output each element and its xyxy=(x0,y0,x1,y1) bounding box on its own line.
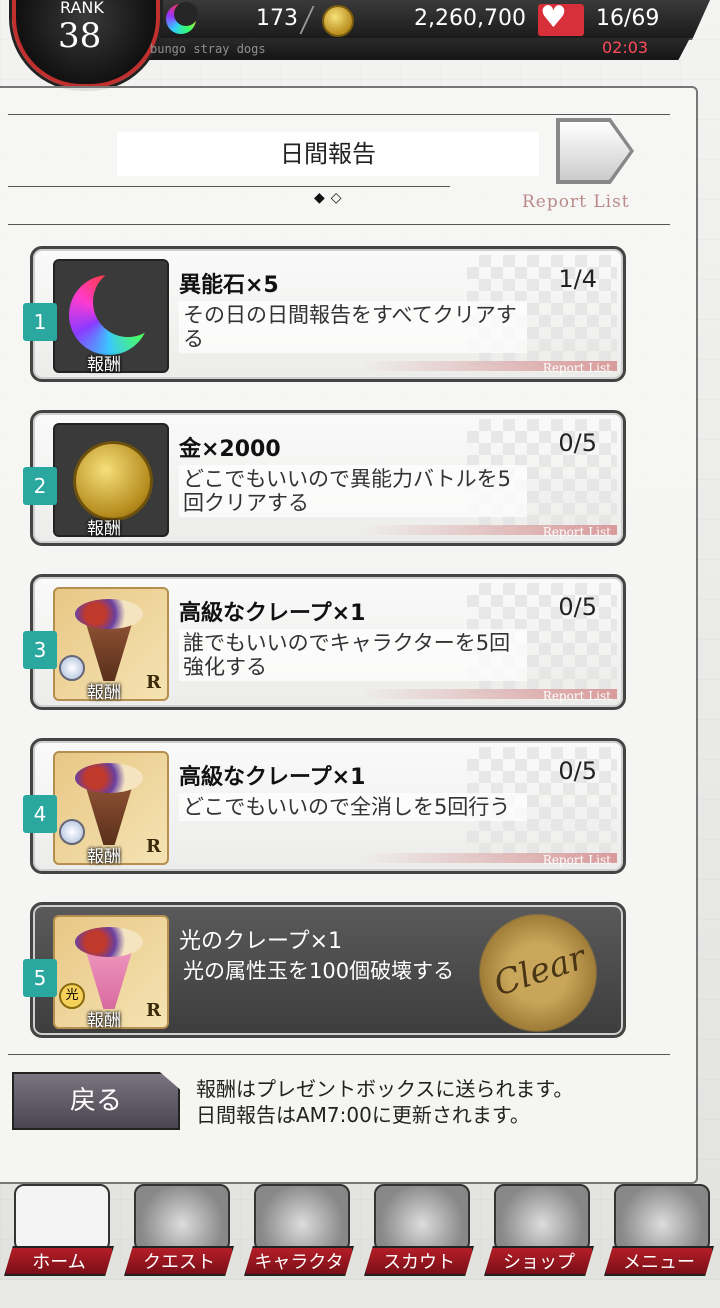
clear-stamp-text: Clear xyxy=(489,937,591,1005)
divider xyxy=(8,114,670,115)
rainbow-moon-gem-icon xyxy=(69,267,163,355)
quest-description: どこでもいいので全消しを5回行う xyxy=(179,793,527,821)
quest-number-badge: 5 xyxy=(23,959,57,997)
divider xyxy=(8,1054,670,1055)
quest-progress: 0/5 xyxy=(558,429,597,457)
quest-progress: 0/5 xyxy=(558,593,597,621)
quest-card-2[interactable]: Report List 報酬 2 金×2000 0/5 どこでもいいので異能力バ… xyxy=(23,410,626,546)
crepe-topping xyxy=(75,599,143,629)
light-attribute-icon: 光 xyxy=(59,983,85,1009)
nav-label: キャラクター xyxy=(244,1246,354,1276)
status-bar: RANK 38 bungo stray dogs 173 2,260,700 1… xyxy=(0,0,720,88)
nav-label: クエスト xyxy=(124,1246,234,1276)
quest-progress: 1/4 xyxy=(558,265,597,293)
shopping-cart-icon xyxy=(494,1184,590,1252)
reward-icon-frame: R 報酬 xyxy=(53,587,169,703)
quest-card-5[interactable]: 光 R 報酬 5 光のクレープ×1 光の属性玉を100個破壊する Clear xyxy=(23,902,626,1038)
characters-icon xyxy=(254,1184,350,1252)
rarity-badge: R xyxy=(146,836,161,857)
crepe-topping xyxy=(75,927,143,957)
report-list-link[interactable]: Report List xyxy=(522,192,630,212)
bottom-nav: ホーム クエスト キャラクター スカウト ショップ メニュー xyxy=(0,1180,720,1280)
stamina-value: 16/69 xyxy=(596,6,660,31)
quest-card-1[interactable]: Report List 報酬 1 異能石×5 1/4 その日の日間報告をすべてク… xyxy=(23,246,626,382)
quest-description: どこでもいいので異能力バトルを5回クリアする xyxy=(179,465,527,517)
reward-icon-frame: 報酬 xyxy=(53,259,169,375)
quest-card-4[interactable]: Report List R 報酬 4 高級なクレープ×1 0/5 どこでもいいの… xyxy=(23,738,626,874)
quest-number-badge: 2 xyxy=(23,467,57,505)
nav-label: ホーム xyxy=(4,1246,114,1276)
stamina-timer: 02:03 xyxy=(602,38,649,57)
diamond-attribute-icon xyxy=(59,819,85,845)
reward-label: 報酬 xyxy=(87,355,121,375)
divider xyxy=(8,224,670,225)
notice-line-1: 報酬はプレゼントボックスに送られます。 xyxy=(196,1077,574,1101)
stamina-heart-icon xyxy=(538,0,584,36)
quest-number-badge: 1 xyxy=(23,303,57,341)
rainbow-moon-gem-icon xyxy=(166,2,198,34)
nav-quest[interactable]: クエスト xyxy=(124,1180,234,1280)
notice-text: 報酬はプレゼントボックスに送られます。 日間報告はAM7:00に更新されます。 xyxy=(196,1076,573,1128)
rank-label: RANK xyxy=(60,0,104,17)
reward-icon-frame: 報酬 xyxy=(53,423,169,539)
report-tag: Report List xyxy=(542,689,611,703)
nav-label: ショップ xyxy=(484,1246,594,1276)
rarity-badge: R xyxy=(146,672,161,693)
crepe-topping xyxy=(75,763,143,793)
quest-reward-title: 高級なクレープ×1 xyxy=(179,601,366,626)
scout-book-icon xyxy=(374,1184,470,1252)
coin-count: 2,260,700 xyxy=(414,6,526,31)
tiger-quest-icon xyxy=(134,1184,230,1252)
quest-progress: 0/5 xyxy=(558,757,597,785)
nav-scout[interactable]: スカウト xyxy=(364,1180,474,1280)
page-indicator: ◆◇ xyxy=(314,190,348,206)
rank-value: 38 xyxy=(58,16,102,56)
game-subtitle: bungo stray dogs xyxy=(150,42,266,56)
quest-number-badge: 4 xyxy=(23,795,57,833)
nav-character[interactable]: キャラクター xyxy=(244,1180,354,1280)
nav-home[interactable]: ホーム xyxy=(4,1180,114,1280)
reward-label: 報酬 xyxy=(87,1011,121,1031)
quest-reward-title: 高級なクレープ×1 xyxy=(179,765,366,790)
rarity-badge: R xyxy=(146,1000,161,1021)
nav-label: メニュー xyxy=(604,1246,714,1276)
quest-reward-title: 金×2000 xyxy=(179,437,281,462)
quest-reward-title: 異能石×5 xyxy=(179,273,279,298)
nav-menu[interactable]: メニュー xyxy=(604,1180,714,1280)
clear-stamp-icon: Clear xyxy=(463,913,613,1033)
notice-line-2: 日間報告はAM7:00に更新されます。 xyxy=(196,1103,530,1127)
divider xyxy=(8,186,450,187)
quest-number-badge: 3 xyxy=(23,631,57,669)
quest-reward-title: 光のクレープ×1 xyxy=(179,929,343,954)
nav-shop[interactable]: ショップ xyxy=(484,1180,594,1280)
reward-icon-frame: 光 R 報酬 xyxy=(53,915,169,1031)
home-icon xyxy=(14,1184,110,1252)
quest-description: 誰でもいいのでキャラクターを5回強化する xyxy=(179,629,527,681)
back-button[interactable]: 戻る xyxy=(12,1072,180,1130)
report-tag: Report List xyxy=(542,853,611,867)
reward-label: 報酬 xyxy=(87,683,121,703)
gold-coin-icon xyxy=(73,441,153,521)
gear-menu-icon xyxy=(614,1184,710,1252)
diamond-attribute-icon xyxy=(59,655,85,681)
reward-icon-frame: R 報酬 xyxy=(53,751,169,867)
nav-label: スカウト xyxy=(364,1246,474,1276)
reward-label: 報酬 xyxy=(87,519,121,539)
report-tag: Report List xyxy=(542,361,611,375)
page-title: 日間報告 xyxy=(117,132,539,176)
report-tag: Report List xyxy=(542,525,611,539)
gem-count: 173 xyxy=(256,6,298,31)
quest-description: その日の日間報告をすべてクリアする xyxy=(179,301,527,353)
reward-label: 報酬 xyxy=(87,847,121,867)
quest-card-3[interactable]: Report List R 報酬 3 高級なクレープ×1 0/5 誰でもいいので… xyxy=(23,574,626,710)
